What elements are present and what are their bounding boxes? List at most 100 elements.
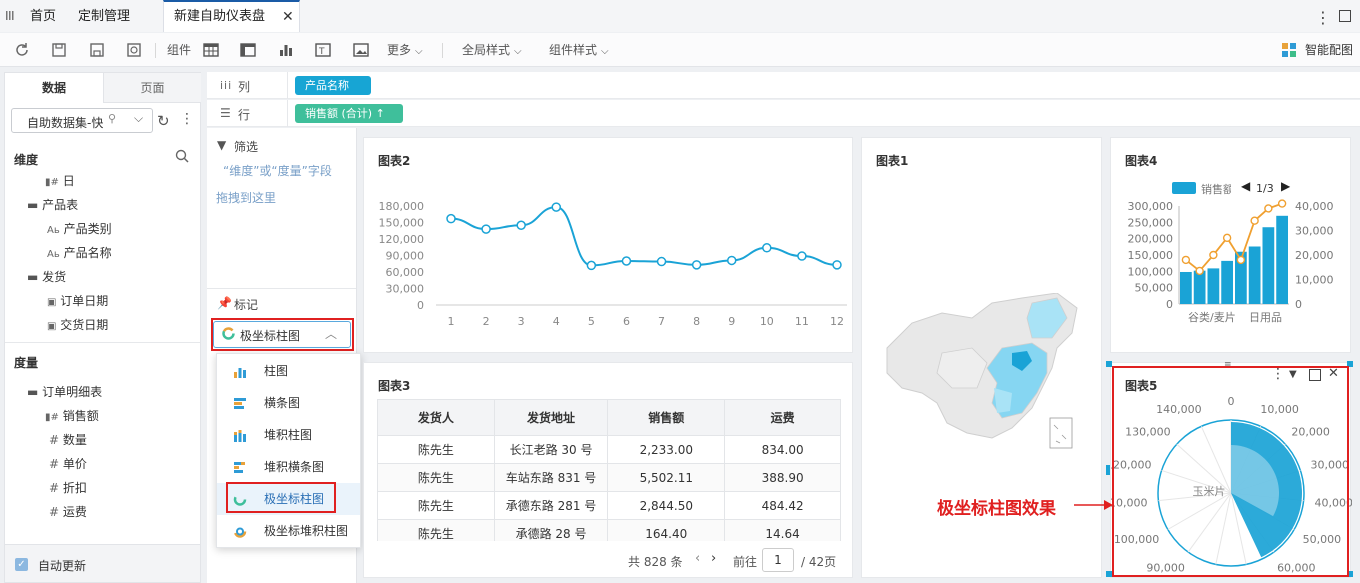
chart-type-option-stacked-horizontal-bar[interactable]: 堆积横条图 — [217, 451, 360, 483]
chart-type-option-polar-stacked-bar[interactable]: 极坐标堆积柱图 — [217, 515, 360, 547]
columns-shelf[interactable]: iii 列 产品名称 — [207, 72, 1360, 99]
dimension-day[interactable]: ▮# 日 — [45, 172, 75, 189]
more-menu[interactable]: 更多 ⌵ — [387, 33, 423, 67]
component-label: 组件 — [167, 43, 192, 57]
text-box-icon[interactable]: T — [315, 42, 331, 58]
tab-new-dashboard[interactable]: 新建自助仪表盘 ✕ — [163, 0, 300, 32]
auto-update-label: 自动更新 — [38, 559, 87, 573]
chevron-down-icon: ⌵ — [134, 111, 144, 125]
measure-quantity[interactable]: # 数量 — [49, 431, 87, 448]
table-header-shipper[interactable]: 发货人 — [377, 399, 495, 436]
chart-type-option-bar[interactable]: 柱图 — [217, 355, 360, 387]
measure-folder-order-detail[interactable]: ▬ 订单明细表 — [27, 383, 102, 400]
more-vertical-icon[interactable]: ⋮ — [1315, 8, 1331, 27]
series-line — [450, 206, 838, 267]
x-tick-label: 8 — [693, 315, 700, 328]
chart3-table: 发货人 发货地址 销售额 运费 陈先生 长江老路 30 号 2,233.00 8… — [377, 399, 841, 541]
more-vertical-icon[interactable]: ⋮ — [180, 111, 194, 127]
chart-type-option-stacked-bar[interactable]: 堆积柱图 — [217, 419, 360, 451]
x-tick-label: 11 — [795, 315, 809, 328]
polar-tick-label: 70,000 — [1242, 577, 1281, 579]
bar — [1207, 268, 1220, 304]
component-style-menu[interactable]: 组件样式 ⌵ — [549, 33, 609, 67]
y-tick-label: 30,000 — [386, 283, 425, 296]
tab-custom-management[interactable]: 定制管理 — [78, 0, 130, 32]
table-header-sales[interactable]: 销售额 — [607, 399, 726, 436]
pager-page-input[interactable]: 1 — [762, 548, 794, 572]
save-icon[interactable] — [51, 42, 67, 58]
x-tick-label: 9 — [728, 315, 735, 328]
refresh-icon[interactable]: ↻ — [157, 112, 170, 130]
filter-drop-zone[interactable]: 拖拽到这里 — [216, 189, 276, 206]
dimension-ship-date[interactable]: ▣ 交货日期 — [47, 316, 108, 333]
chart4-card[interactable]: 图表4 销售额 ◀ 1/3 ▶ 300,000 250,000 200,000 150… — [1110, 137, 1351, 353]
table-cell: 484.42 — [724, 491, 841, 520]
table-header-address[interactable]: 发货地址 — [493, 399, 609, 436]
search-icon: ⚲ — [108, 112, 117, 125]
chart2-card[interactable]: 图表2 180,000 150,000 120,000 90,000 60,000 30,… — [363, 137, 853, 353]
x-tick-label: 4 — [553, 315, 560, 328]
close-icon[interactable]: ✕ — [282, 2, 294, 32]
global-style-menu[interactable]: 全局样式 ⌵ — [462, 33, 522, 67]
preview-icon[interactable] — [126, 42, 142, 58]
dimension-folder-product[interactable]: ▬ 产品表 — [27, 196, 78, 213]
table-cell: 834.00 — [724, 435, 841, 464]
table-cell: 承德东路 281 号 — [493, 491, 609, 520]
data-point — [797, 251, 807, 261]
table-cell: 陈先生 — [377, 491, 495, 520]
tab-page[interactable]: 页面 — [103, 73, 201, 103]
refresh-icon[interactable] — [14, 42, 30, 58]
measure-sales[interactable]: ▮# 销售额 — [45, 407, 99, 424]
pager-next-icon[interactable]: › — [711, 551, 716, 566]
hash-icon: # — [49, 481, 60, 495]
svg-text:T: T — [318, 47, 325, 57]
measure-unit-price[interactable]: # 单价 — [49, 455, 87, 472]
table-header-freight[interactable]: 运费 — [724, 399, 841, 436]
measure-freight[interactable]: # 运费 — [49, 503, 87, 520]
tab-data[interactable]: 数据 — [5, 73, 103, 103]
rows-pill-sales[interactable]: 销售额 (合计) ↑ — [295, 104, 403, 123]
data-point — [1195, 266, 1204, 276]
smart-color-button[interactable]: 智能配图 — [1305, 33, 1353, 67]
tab-home[interactable]: 首页 — [30, 0, 56, 32]
table-cell: 陈先生 — [377, 519, 495, 541]
folder-icon: ▬ — [27, 270, 39, 284]
chart3-card[interactable]: 图表3 发货人 发货地址 销售额 运费 陈先生 长江老路 30 号 2,233.… — [363, 362, 853, 578]
dimension-order-date[interactable]: ▣ 订单日期 — [47, 292, 108, 309]
y-right-tick-label: 30,000 — [1295, 225, 1334, 238]
measure-sales-label: 销售额 — [62, 409, 99, 423]
dimension-product-category[interactable]: Aь 产品类别 — [47, 220, 112, 237]
chart2-line-chart: 180,000 150,000 120,000 90,000 60,000 30,000 0… — [379, 200, 847, 328]
pager-prev-icon[interactable]: ‹ — [695, 551, 700, 566]
dataset-select[interactable]: 自助数据集-快 ⚲ ⌵ — [11, 108, 153, 133]
bar-chart-icon[interactable] — [278, 42, 294, 58]
rows-shelf[interactable]: ☰ 行 销售额 (合计) ↑ — [207, 100, 1360, 127]
columns-pill-product-name[interactable]: 产品名称 — [295, 76, 371, 95]
dimension-product-name[interactable]: Aь 产品名称 — [47, 244, 112, 261]
resize-handle[interactable] — [1106, 465, 1110, 475]
maximize-icon[interactable] — [1339, 10, 1351, 22]
chevron-down-icon: ⌵ — [601, 46, 609, 57]
columns-shelf-label: 列 — [238, 80, 251, 94]
crosstab-icon[interactable] — [240, 42, 256, 58]
auto-update-checkbox[interactable]: ✓ — [15, 558, 28, 571]
table-row: 陈先生 长江老路 30 号 2,233.00 834.00 — [377, 435, 841, 464]
dimension-ship-date-label: 交货日期 — [60, 318, 109, 332]
chart-type-option-horizontal-bar[interactable]: 横条图 — [217, 387, 360, 419]
bar — [1180, 271, 1192, 304]
x-tick-label: 6 — [623, 315, 630, 328]
save-as-icon[interactable] — [89, 42, 105, 58]
y-right-tick-label: 40,000 — [1295, 200, 1334, 213]
dimension-folder-shipping[interactable]: ▬ 发货 — [27, 268, 66, 285]
image-icon[interactable] — [353, 42, 369, 58]
global-style-label: 全局样式 — [462, 43, 511, 57]
table-header-row: 发货人 发货地址 销售额 运费 — [377, 399, 841, 436]
data-point — [1181, 255, 1191, 265]
data-point — [691, 260, 702, 270]
measure-discount[interactable]: # 折扣 — [49, 479, 87, 496]
menu-grip-icon[interactable] — [6, 10, 14, 22]
smart-color-icon[interactable] — [1281, 42, 1297, 58]
search-icon[interactable] — [175, 149, 189, 166]
pager-pages: / 42页 — [801, 555, 837, 569]
table-icon[interactable] — [203, 42, 219, 58]
